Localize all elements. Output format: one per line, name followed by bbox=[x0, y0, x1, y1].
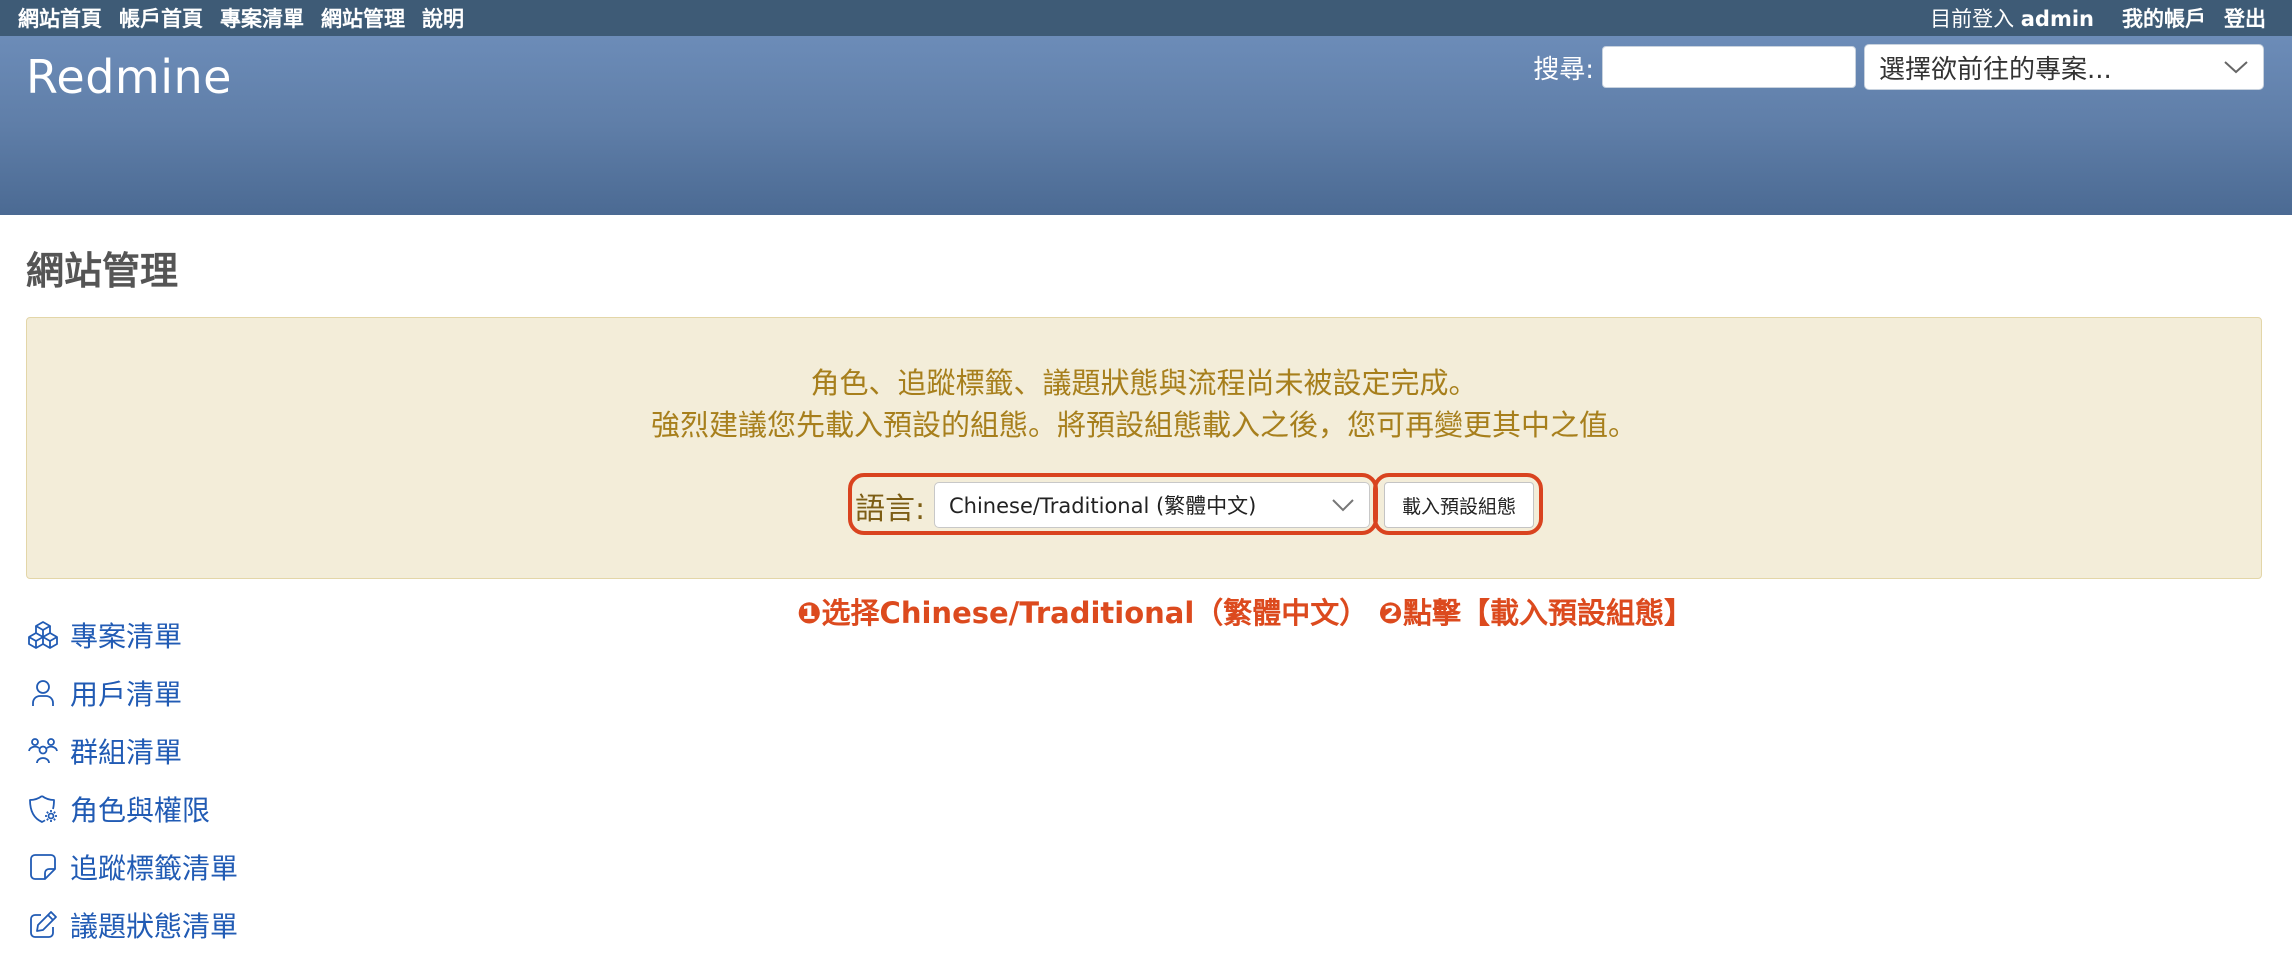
edit-icon bbox=[26, 908, 60, 942]
tutorial-annotation: ❶选择Chinese/Traditional（繁體中文） ❷點擊【載入預設組態】 bbox=[797, 596, 1693, 630]
user-icon bbox=[26, 676, 60, 710]
search-input[interactable] bbox=[1602, 46, 1856, 88]
top-link-administration[interactable]: 網站管理 bbox=[321, 3, 405, 33]
top-menu-left: 網站首頁 帳戶首頁 專案清單 網站管理 說明 bbox=[18, 0, 464, 36]
sticky-note-icon bbox=[26, 850, 60, 884]
project-jump-placeholder: 選擇欲前往的專案... bbox=[1879, 54, 2112, 85]
project-jump-select[interactable]: 選擇欲前往的專案... bbox=[1864, 44, 2264, 90]
admin-menu-item-trackers[interactable]: 追蹤標籤清單 bbox=[26, 838, 238, 896]
default-config-notice: 角色、追蹤標籤、議題狀態與流程尚未被設定完成。 強烈建議您先載入預設的組態。將預… bbox=[26, 317, 2262, 579]
admin-menu: 專案清單 用戶清單 群組清單 角色與權限 追蹤標籤清單 議題狀態清單 bbox=[26, 606, 238, 954]
admin-menu-item-issue-statuses[interactable]: 議題狀態清單 bbox=[26, 896, 238, 954]
my-account-link[interactable]: 我的帳戶 bbox=[2122, 3, 2206, 33]
site-title[interactable]: Redmine bbox=[26, 50, 232, 104]
admin-menu-label-users: 用戶清單 bbox=[70, 678, 183, 711]
admin-menu-link-groups[interactable]: 群組清單 bbox=[26, 731, 182, 771]
admin-menu-label-issue-statuses: 議題狀態清單 bbox=[70, 910, 239, 943]
search-label: 搜尋: bbox=[1533, 54, 1594, 85]
sign-out-link[interactable]: 登出 bbox=[2224, 3, 2266, 33]
load-default-config-button[interactable]: 載入預設組態 bbox=[1384, 482, 1534, 528]
language-selected-value: Chinese/Traditional (繁體中文) bbox=[949, 494, 1257, 518]
top-menu-right: 目前登入 admin 我的帳戶 登出 bbox=[1930, 0, 2266, 36]
admin-menu-link-issue-statuses[interactable]: 議題狀態清單 bbox=[26, 905, 238, 945]
notice-line-2: 強烈建議您先載入預設的組態。將預設組態載入之後，您可再變更其中之值。 bbox=[650, 408, 1637, 442]
admin-menu-link-users[interactable]: 用戶清單 bbox=[26, 673, 182, 713]
top-link-my-page[interactable]: 帳戶首頁 bbox=[119, 3, 203, 33]
language-label: 語言: bbox=[855, 492, 926, 527]
admin-menu-item-groups[interactable]: 群組清單 bbox=[26, 722, 238, 780]
projects-icon bbox=[26, 618, 60, 652]
admin-menu-label-groups: 群組清單 bbox=[70, 736, 183, 769]
page-title: 網站管理 bbox=[26, 249, 179, 293]
admin-menu-item-users[interactable]: 用戶清單 bbox=[26, 664, 238, 722]
admin-menu-item-projects[interactable]: 專案清單 bbox=[26, 606, 238, 664]
chevron-down-icon bbox=[1331, 493, 1355, 517]
language-select[interactable]: Chinese/Traditional (繁體中文) bbox=[934, 482, 1370, 528]
top-link-help[interactable]: 說明 bbox=[422, 3, 464, 33]
shield-gear-icon bbox=[26, 792, 60, 826]
logged-as-user-link[interactable]: admin bbox=[2021, 7, 2094, 31]
admin-menu-link-roles[interactable]: 角色與權限 bbox=[26, 789, 210, 829]
notice-line-1: 角色、追蹤標籤、議題狀態與流程尚未被設定完成。 bbox=[810, 366, 1478, 400]
top-link-projects[interactable]: 專案清單 bbox=[220, 3, 304, 33]
admin-menu-label-roles: 角色與權限 bbox=[70, 794, 211, 827]
top-link-home[interactable]: 網站首頁 bbox=[18, 3, 102, 33]
top-menu: 網站首頁 帳戶首頁 專案清單 網站管理 說明 目前登入 admin 我的帳戶 登… bbox=[0, 0, 2292, 36]
logged-as: 目前登入 admin bbox=[1930, 3, 2094, 33]
account-links: 我的帳戶 登出 bbox=[2122, 3, 2266, 33]
group-icon bbox=[26, 734, 60, 768]
header: Redmine 搜尋: 選擇欲前往的專案... bbox=[0, 36, 2292, 215]
admin-menu-link-trackers[interactable]: 追蹤標籤清單 bbox=[26, 847, 238, 887]
admin-menu-item-roles[interactable]: 角色與權限 bbox=[26, 780, 238, 838]
chevron-down-icon bbox=[2223, 52, 2249, 82]
quick-search: 搜尋: 選擇欲前往的專案... bbox=[1533, 44, 2264, 90]
admin-menu-link-projects[interactable]: 專案清單 bbox=[26, 615, 182, 655]
logged-as-label: 目前登入 bbox=[1930, 7, 2015, 31]
admin-menu-label-projects: 專案清單 bbox=[70, 620, 183, 653]
admin-menu-label-trackers: 追蹤標籤清單 bbox=[70, 852, 239, 885]
